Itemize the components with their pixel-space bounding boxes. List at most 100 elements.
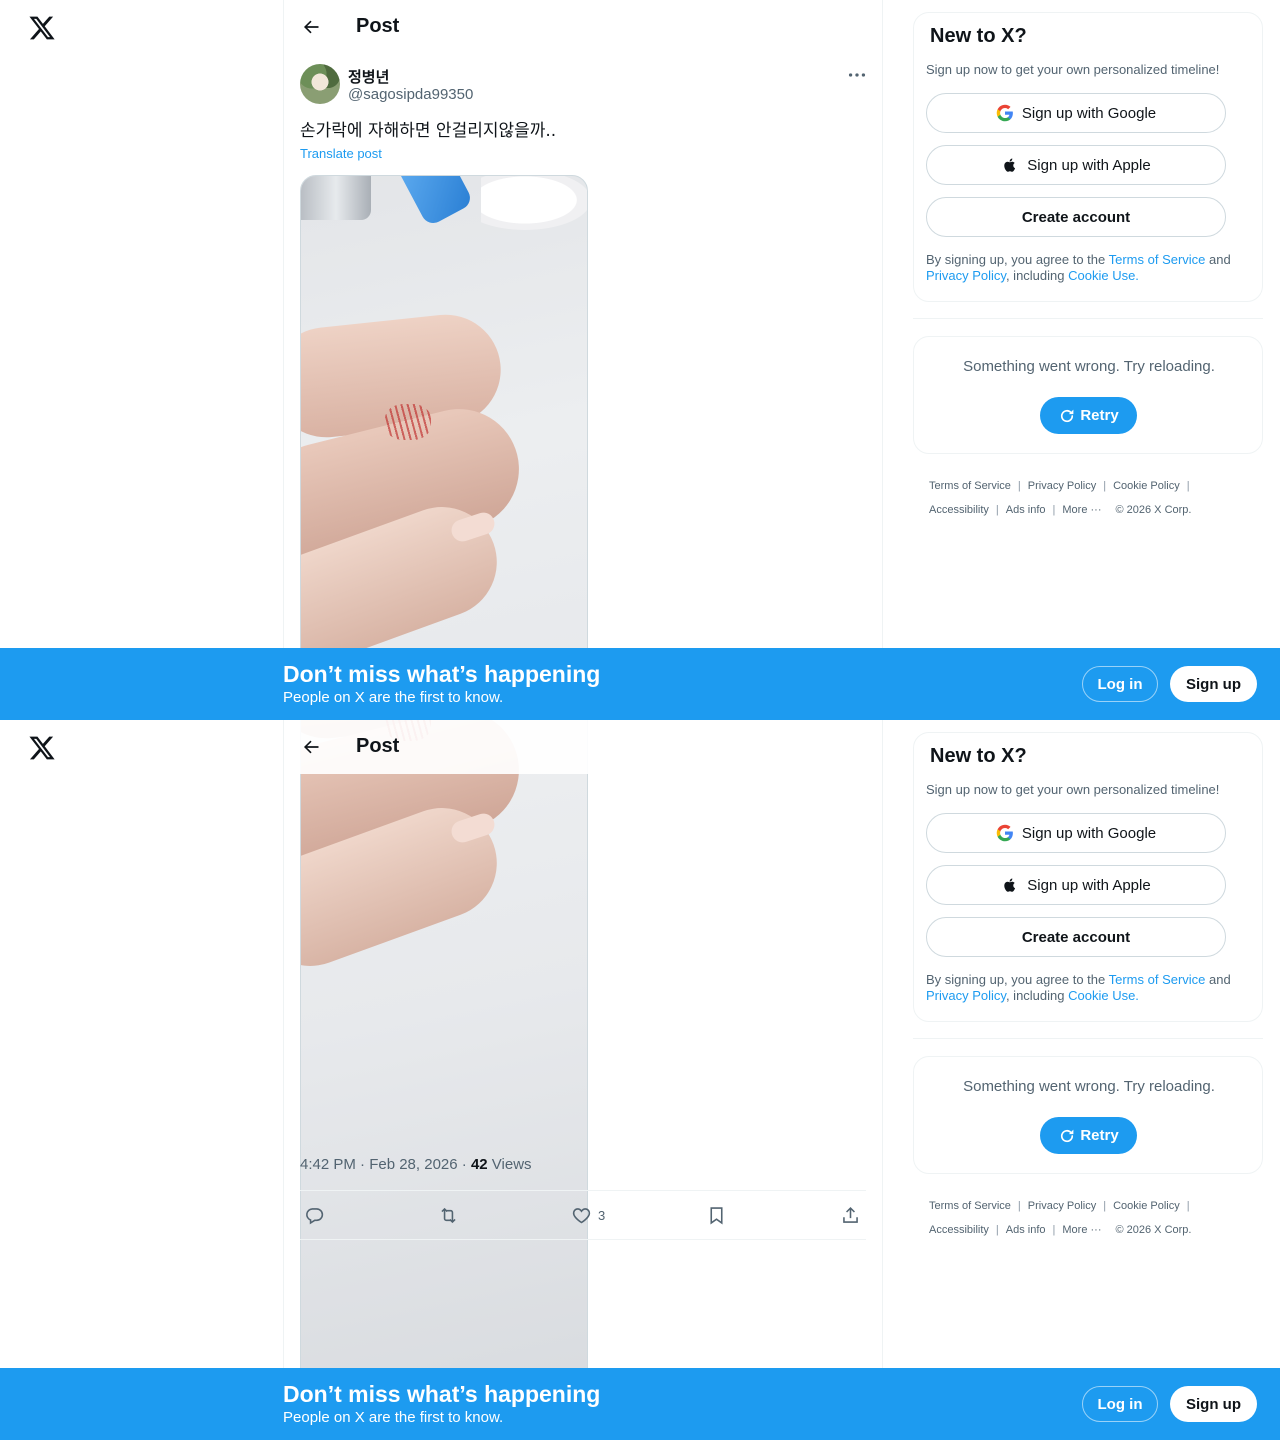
privacy-link[interactable]: Privacy Policy: [926, 988, 1006, 1003]
footer-separator: |: [1052, 1224, 1056, 1236]
repost-button[interactable]: [438, 1204, 459, 1226]
reply-button[interactable]: [304, 1204, 325, 1226]
footer-accessibility-link[interactable]: Accessibility: [929, 504, 989, 516]
signup-legal-text: By signing up, you agree to the Terms of…: [926, 252, 1256, 284]
google-signup-label: Sign up with Google: [1021, 824, 1157, 842]
signup-button[interactable]: Sign up: [1170, 1386, 1257, 1422]
error-card: Something went wrong. Try reloading. Ret…: [913, 1056, 1263, 1174]
footer-separator: |: [1052, 504, 1056, 516]
legal-text: By signing up, you agree to the: [926, 252, 1109, 267]
author-handle[interactable]: @sagosipda99350: [348, 86, 473, 103]
refresh-icon: [1061, 1129, 1074, 1142]
login-button[interactable]: Log in: [1082, 666, 1158, 702]
retry-button[interactable]: Retry: [1040, 1117, 1137, 1154]
footer-privacy-link[interactable]: Privacy Policy: [1028, 1200, 1096, 1212]
post-image[interactable]: [300, 175, 588, 720]
reply-icon: [306, 1207, 324, 1224]
bookmark-button[interactable]: [706, 1204, 727, 1226]
signup-subtitle: Sign up now to get your own personalized…: [926, 782, 1220, 797]
apple-icon: [1004, 158, 1016, 172]
image-detail: [301, 176, 371, 220]
page-title: Post: [356, 15, 400, 37]
cookie-use-link[interactable]: Cookie Use.: [1068, 268, 1139, 283]
signup-button[interactable]: Sign up: [1170, 666, 1257, 702]
views-label: Views: [487, 1156, 532, 1173]
repost-icon: [441, 1207, 456, 1223]
login-button[interactable]: Log in: [1082, 1386, 1158, 1422]
image-detail: [401, 176, 475, 228]
terms-link[interactable]: Terms of Service: [1109, 252, 1206, 267]
translate-post-link[interactable]: Translate post: [300, 146, 382, 161]
login-banner: Don’t miss what’s happening People on X …: [0, 648, 1280, 720]
apple-icon: [1004, 878, 1016, 892]
view-count: 42: [470, 1156, 488, 1173]
footer-separator: |: [995, 504, 999, 516]
footer-cookie-link[interactable]: Cookie Policy: [1113, 480, 1180, 492]
cookie-use-link[interactable]: Cookie Use.: [1068, 988, 1139, 1003]
footer-ads-link[interactable]: Ads info: [1006, 1224, 1046, 1236]
footer-links: Terms of Service | Privacy Policy | Cookie P…: [929, 1194, 1249, 1242]
google-icon: [996, 824, 1013, 842]
error-message: Something went wrong. Try reloading.: [963, 1078, 1215, 1095]
google-signup-button[interactable]: Sign up with Google: [926, 93, 1226, 133]
banner-subline: People on X are the first to know.: [283, 1409, 504, 1426]
back-arrow-icon[interactable]: [301, 17, 321, 37]
footer-more-link[interactable]: More ···: [1062, 1224, 1101, 1236]
footer-separator: |: [1103, 1200, 1107, 1212]
post-header: Post: [284, 720, 882, 774]
x-logo-icon[interactable]: [28, 14, 56, 42]
apple-signup-button[interactable]: Sign up with Apple: [926, 145, 1226, 185]
footer-separator: |: [1186, 480, 1190, 492]
footer-separator: |: [1186, 1200, 1190, 1212]
retry-label: Retry: [1080, 1127, 1119, 1144]
divider: [913, 1038, 1263, 1039]
divider: [913, 318, 1263, 319]
footer-terms-link[interactable]: Terms of Service: [929, 480, 1011, 492]
signup-card: New to X? Sign up now to get your own pe…: [913, 12, 1263, 302]
signup-title: New to X?: [930, 25, 1027, 47]
screen-scrolled: Post 4:42 PM · Feb 28, 2026 · 42 Views 3: [0, 720, 1280, 1440]
google-signup-button[interactable]: Sign up with Google: [926, 813, 1226, 853]
avatar[interactable]: [300, 64, 340, 104]
like-count: 3: [598, 1207, 606, 1223]
post-timestamp: 4:42 PM · Feb 28, 2026 · 42 Views: [300, 1156, 532, 1173]
share-button[interactable]: [840, 1204, 861, 1226]
privacy-link[interactable]: Privacy Policy: [926, 268, 1006, 283]
terms-link[interactable]: Terms of Service: [1109, 972, 1206, 987]
apple-signup-label: Sign up with Apple: [1027, 156, 1151, 174]
footer-privacy-link[interactable]: Privacy Policy: [1028, 480, 1096, 492]
footer-copyright: © 2026 X Corp.: [1115, 504, 1192, 516]
bookmark-icon: [710, 1206, 723, 1224]
post-actions: 3: [300, 1190, 866, 1240]
create-account-button[interactable]: Create account: [926, 197, 1226, 237]
google-signup-label: Sign up with Google: [1021, 104, 1157, 122]
post-time: 4:42 PM · Feb 28, 2026 ·: [300, 1156, 471, 1173]
x-logo-icon[interactable]: [28, 734, 56, 762]
back-arrow-icon[interactable]: [301, 737, 321, 757]
footer-separator: |: [1017, 480, 1021, 492]
post-image[interactable]: [300, 720, 588, 1438]
banner-headline: Don’t miss what’s happening: [283, 661, 601, 687]
footer-terms-link[interactable]: Terms of Service: [929, 1200, 1011, 1212]
footer-ads-link[interactable]: Ads info: [1006, 504, 1046, 516]
google-icon: [996, 104, 1013, 122]
footer-separator: |: [1103, 480, 1107, 492]
footer-copyright: © 2026 X Corp.: [1115, 1224, 1192, 1236]
image-detail: [481, 176, 587, 230]
author-name[interactable]: 정병년: [348, 66, 389, 87]
retry-button[interactable]: Retry: [1040, 397, 1137, 434]
apple-signup-button[interactable]: Sign up with Apple: [926, 865, 1226, 905]
footer-cookie-link[interactable]: Cookie Policy: [1113, 1200, 1180, 1212]
signup-legal-text: By signing up, you agree to the Terms of…: [926, 972, 1256, 1004]
footer-accessibility-link[interactable]: Accessibility: [929, 1224, 989, 1236]
primary-column: Post 4:42 PM · Feb 28, 2026 · 42 Views 3: [283, 720, 883, 1440]
apple-signup-label: Sign up with Apple: [1027, 876, 1151, 894]
legal-text: and: [1205, 972, 1231, 987]
create-account-button[interactable]: Create account: [926, 917, 1226, 957]
footer-more-link[interactable]: More ···: [1062, 504, 1101, 516]
more-icon[interactable]: [846, 64, 868, 86]
post-header: Post: [284, 0, 882, 54]
refresh-icon: [1061, 409, 1074, 422]
like-button[interactable]: 3: [571, 1204, 605, 1226]
banner-subline: People on X are the first to know.: [283, 689, 504, 706]
